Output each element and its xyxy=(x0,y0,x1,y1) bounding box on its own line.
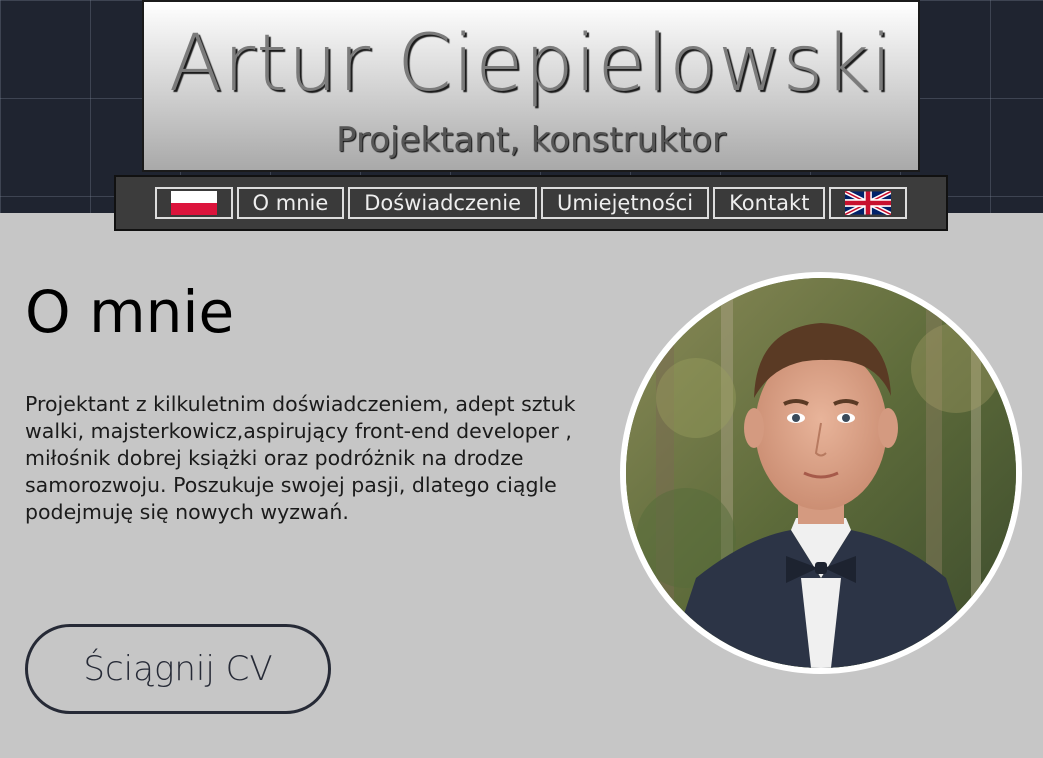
main-nav: O mnie Doświadczenie Umiejętności Kontak… xyxy=(114,175,948,231)
language-pl-button[interactable] xyxy=(154,187,233,219)
nav-item-experience[interactable]: Doświadczenie xyxy=(348,187,537,219)
nav-item-about[interactable]: O mnie xyxy=(236,187,345,219)
language-en-button[interactable] xyxy=(829,187,908,219)
about-description: Projektant z kilkuletnim doświadczeniem,… xyxy=(25,392,576,524)
nav-item-skills[interactable]: Umiejętności xyxy=(541,187,710,219)
about-heading: O mnie xyxy=(25,278,235,346)
uk-flag-icon xyxy=(845,191,892,215)
site-subtitle: Projektant, konstruktor xyxy=(336,120,726,160)
download-cv-button[interactable]: Ściągnij CV xyxy=(25,624,331,714)
profile-photo xyxy=(620,272,1022,674)
polish-flag-icon xyxy=(170,191,217,215)
nav-item-contact[interactable]: Kontakt xyxy=(713,187,826,219)
portrait-image xyxy=(626,278,1016,668)
site-title: Artur Ciepielowski xyxy=(168,19,894,109)
site-header: Artur Ciepielowski Projektant, konstrukt… xyxy=(142,0,920,172)
